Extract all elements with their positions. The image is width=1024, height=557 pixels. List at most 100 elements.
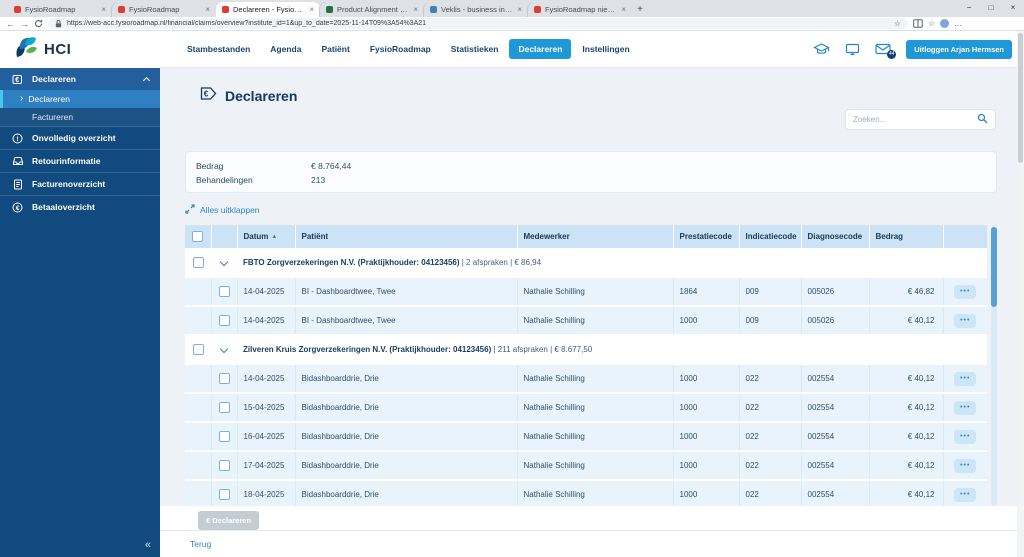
declare-button[interactable]: € Declareren (198, 511, 259, 530)
nav-item-agenda[interactable]: Agenda (261, 39, 310, 59)
logout-button[interactable]: Uitloggen Arjan Hermsen (906, 40, 1012, 59)
nav-item-statistieken[interactable]: Statistieken (442, 39, 508, 59)
nav-item-fysioroadmap[interactable]: FysioRoadmap (361, 39, 440, 59)
browser-tab-veklis-business-intelligence-ce[interactable]: Veklis - business intelligence ce...× (424, 2, 528, 17)
tab-close-icon[interactable]: × (309, 5, 314, 14)
sidebar-item-declareren[interactable]: €Declareren (0, 68, 160, 90)
claim-row[interactable]: 14-04-2025BI - Dashboardtwee, TweeNathal… (185, 277, 987, 306)
select-all-checkbox[interactable] (192, 231, 203, 242)
profile-avatar[interactable] (940, 19, 949, 28)
claim-row[interactable]: 15-04-2025Bidashboarddrie, DrieNathalie … (185, 393, 987, 422)
url-text[interactable]: https://web-acc.fysioroadmap.nl/financia… (67, 20, 889, 27)
select-all-cell (185, 225, 211, 248)
insurer-group-row[interactable]: Zilveren Kruis Zorgverzekeringen N.V. (P… (185, 335, 987, 364)
new-tab-button[interactable]: + (632, 2, 648, 17)
row-actions-button[interactable]: ••• (954, 430, 976, 444)
browser-tab-fysioroadmap[interactable]: FysioRoadmap× (112, 2, 216, 17)
claims-table-wrap: Datum▲PatiëntMedewerkerPrestatiecode Indi… (185, 225, 997, 506)
window-maximize-button[interactable]: □ (980, 0, 1002, 16)
row-actions-button[interactable]: ••• (954, 488, 976, 502)
back-link[interactable]: Terug (190, 539, 211, 549)
active-subitem-arrow-icon: › (20, 95, 23, 103)
row-checkbox[interactable] (219, 373, 230, 384)
sidebar-item-betaaloverzicht[interactable]: €Betaaloverzicht (0, 195, 160, 218)
tab-close-icon[interactable]: × (517, 5, 522, 14)
column-header-indicatiecode[interactable]: Indicatiecode (739, 225, 801, 248)
refresh-icon[interactable] (34, 19, 43, 28)
claim-row[interactable]: 14-04-2025BI - Dashboardtwee, TweeNathal… (185, 306, 987, 335)
claim-row[interactable]: 14-04-2025Bidashboarddrie, DrieNathalie … (185, 364, 987, 393)
education-icon[interactable] (813, 43, 830, 55)
sidebar-subitem-factureren[interactable]: Factureren (0, 108, 160, 126)
row-actions-button[interactable]: ••• (954, 285, 976, 299)
mail-icon[interactable]: 44 (875, 43, 891, 55)
sidebar-item-retourinformatie[interactable]: Retourinformatie (0, 149, 160, 172)
browser-tab-declareren-fysioroadmap[interactable]: Declareren - FysioRoadmap× (216, 2, 320, 17)
column-header-prestatiecode[interactable]: Prestatiecode (673, 225, 739, 248)
group-checkbox[interactable] (193, 344, 204, 355)
sidebar-subitem-label: Factureren (32, 112, 73, 122)
window-close-button[interactable]: × (1002, 0, 1024, 16)
collapse-group-icon[interactable] (220, 345, 228, 353)
nav-item-instellingen[interactable]: Instellingen (573, 39, 638, 59)
row-checkbox[interactable] (219, 489, 230, 500)
claim-row[interactable]: 16-04-2025Bidashboarddrie, DrieNathalie … (185, 422, 987, 451)
insurer-group-row[interactable]: FBTO Zorgverzekeringen N.V. (Praktijkhou… (185, 248, 987, 277)
sidebar-item-onvolledig-overzicht[interactable]: !Onvolledig overzicht (0, 126, 160, 149)
browser-tab-fysioroadmap-nieuwsbrief-nov[interactable]: FysioRoadmap nieuwsbrief | nov...× (528, 2, 632, 17)
column-header-medewerker[interactable]: Medewerker (517, 225, 673, 248)
cell-indicatiecode: 009 (739, 277, 801, 306)
table-scrollbar-thumb[interactable] (991, 227, 997, 307)
screen-share-icon[interactable] (845, 43, 860, 56)
column-header-label: Indicatiecode (746, 232, 797, 241)
tab-close-icon[interactable]: × (205, 5, 210, 14)
sidebar-subitem-declareren[interactable]: ›Declareren (0, 90, 160, 108)
sidebar-item-facturenoverzicht[interactable]: Facturenoverzicht (0, 172, 160, 195)
browser-tabs: FysioRoadmap×FysioRoadmap×Declareren - F… (8, 2, 632, 17)
row-checkbox[interactable] (219, 460, 230, 471)
row-checkbox[interactable] (219, 402, 230, 413)
browser-tab-product-alignment-frm-2025-xlsx[interactable]: Product Alignment FRM 2025.xlsx× (320, 2, 424, 17)
row-checkbox[interactable] (219, 431, 230, 442)
split-screen-icon[interactable] (913, 19, 923, 28)
claim-row[interactable]: 17-04-2025Bidashboarddrie, DrieNathalie … (185, 451, 987, 480)
row-actions-button[interactable]: ••• (954, 401, 976, 415)
browser-menu-icon[interactable]: … (954, 19, 962, 28)
row-checkbox[interactable] (219, 315, 230, 326)
browser-addressbar: ← → https://web-acc.fysioroadmap.nl/fina… (0, 17, 1024, 31)
column-header-datum[interactable]: Datum▲ (237, 225, 295, 248)
euro-tag-icon: € (11, 74, 24, 85)
table-scrollbar[interactable] (991, 225, 997, 506)
group-meta: | 211 afspraken | € 8.677,50 (491, 345, 592, 354)
page-scrollbar-thumb[interactable] (1018, 33, 1023, 163)
page-scrollbar[interactable] (1017, 31, 1024, 557)
tab-close-icon[interactable]: × (413, 5, 418, 14)
nav-item-stambestanden[interactable]: Stambestanden (178, 39, 259, 59)
row-actions-cell: ••• (943, 364, 987, 393)
browser-tab-fysioroadmap[interactable]: FysioRoadmap× (8, 2, 112, 17)
row-actions-button[interactable]: ••• (954, 459, 976, 473)
claim-row[interactable]: 18-04-2025Bidashboarddrie, DrieNathalie … (185, 480, 987, 506)
tab-close-icon[interactable]: × (621, 5, 626, 14)
nav-item-pati-nt[interactable]: Patiënt (312, 39, 358, 59)
row-actions-button[interactable]: ••• (954, 372, 976, 386)
sidebar-collapse-button[interactable]: « (145, 539, 151, 551)
column-header-pati-nt[interactable]: Patiënt (295, 225, 517, 248)
window-minimize-button[interactable]: − (958, 0, 980, 16)
url-box[interactable]: https://web-acc.fysioroadmap.nl/financia… (48, 18, 908, 29)
column-header-bedrag[interactable]: Bedrag (869, 225, 943, 248)
nav-item-declareren[interactable]: Declareren (509, 39, 571, 59)
back-icon[interactable]: ← (6, 18, 15, 30)
row-actions-button[interactable]: ••• (954, 314, 976, 328)
forward-icon[interactable]: → (20, 18, 29, 30)
tab-close-icon[interactable]: × (101, 5, 106, 14)
search-input[interactable] (853, 115, 977, 124)
group-checkbox[interactable] (193, 257, 204, 268)
row-checkbox[interactable] (219, 286, 230, 297)
column-header-diagnosecode[interactable]: Diagnosecode (801, 225, 869, 248)
bookmark-star-icon[interactable]: ☆ (894, 19, 901, 28)
search-icon[interactable] (977, 111, 988, 129)
collapse-group-icon[interactable] (220, 257, 228, 265)
favorites-icon[interactable]: ☆ (928, 19, 935, 28)
expand-all-link[interactable]: Alles uitklappen (185, 204, 260, 216)
